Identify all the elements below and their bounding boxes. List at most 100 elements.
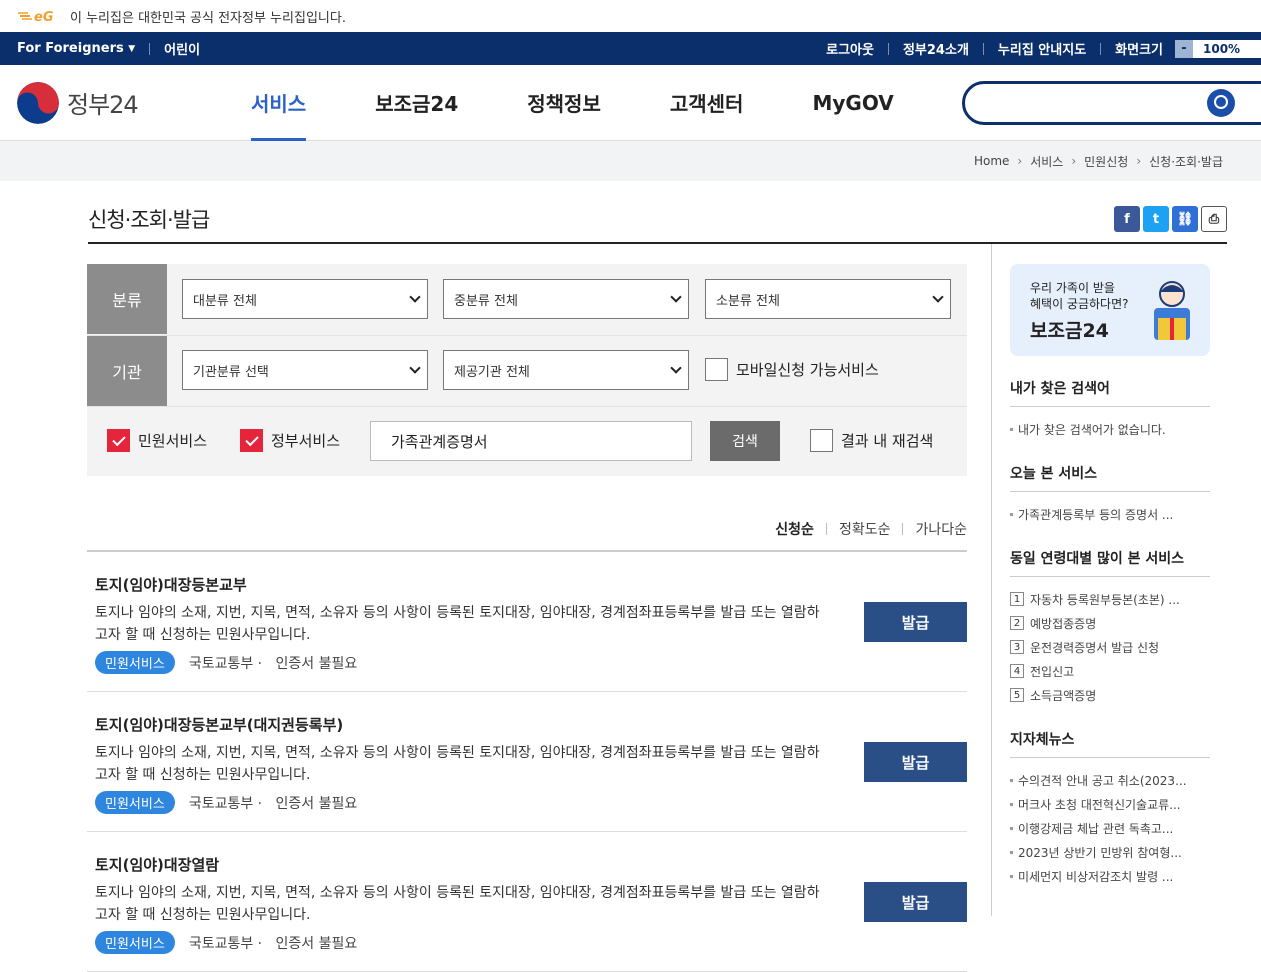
local-news-heading: 지자체뉴스 xyxy=(1010,729,1210,758)
sort-by-alphabet[interactable]: 가나다순 xyxy=(915,519,967,539)
share-tools: f t ⛓ ⎙ xyxy=(1114,206,1227,232)
nav-policy-info[interactable]: 정책정보 xyxy=(527,65,601,140)
minor-category-select[interactable]: 소분류 전체 xyxy=(705,279,951,319)
rank-number: 4 xyxy=(1010,664,1024,678)
list-item[interactable]: 2 예방접종증명 xyxy=(1010,611,1210,635)
category-label: 분류 xyxy=(87,264,167,334)
taegeuk-logo-icon xyxy=(17,81,59,124)
site-header: 정부24 서비스 보조금24 정책정보 고객센터 MyGOV xyxy=(0,65,1261,141)
chevron-down-icon xyxy=(409,362,421,374)
facebook-icon[interactable]: f xyxy=(1114,206,1140,232)
service-type-badge: 민원서비스 xyxy=(95,931,175,954)
list-item[interactable]: 1 자동차 등록원부등본(초본) ... xyxy=(1010,587,1210,611)
agency-type-value: 기관분류 선택 xyxy=(193,364,269,380)
list-item[interactable]: 5 소득금액증명 xyxy=(1010,683,1210,707)
keyword-input[interactable]: 가족관계증명서 xyxy=(370,421,692,461)
header-search-input[interactable] xyxy=(962,81,1261,125)
mobile-available-checkbox[interactable]: 모바일신청 가능서비스 xyxy=(705,358,879,381)
issue-button[interactable]: 발급 xyxy=(864,742,967,782)
zoom-out-button[interactable]: - xyxy=(1175,39,1193,58)
nav-customer-center[interactable]: 고객센터 xyxy=(670,65,744,140)
list-item[interactable]: 가족관계등록부 등의 증명서 ... xyxy=(1010,502,1210,526)
result-agency: 국토교통부 · xyxy=(188,655,263,672)
for-foreigners-menu[interactable]: For Foreigners ▼ xyxy=(17,41,135,56)
about-gov24-link[interactable]: 정부24소개 xyxy=(903,39,969,58)
print-icon[interactable]: ⎙ xyxy=(1201,206,1227,232)
list-item[interactable]: 수의견적 안내 공고 취소(2023... xyxy=(1010,768,1210,792)
result-description: 토지나 임야의 소재, 지번, 지목, 면적, 소유자 등의 사항이 등록된 토… xyxy=(95,885,820,923)
chevron-right-icon: › xyxy=(1136,154,1142,168)
gov-service-checkbox[interactable]: 정부서비스 xyxy=(240,429,340,452)
result-item: 토지(임야)대장등본교부 토지나 임야의 소재, 지번, 지목, 면적, 소유자… xyxy=(87,552,967,692)
my-search-empty: 내가 찾은 검색어가 없습니다. xyxy=(1010,417,1210,441)
issue-button[interactable]: 발급 xyxy=(864,602,967,642)
sort-options: 신청순 정확도순 가나다순 xyxy=(775,519,967,539)
result-description: 토지나 임야의 소재, 지번, 지목, 면적, 소유자 등의 사항이 등록된 토… xyxy=(95,605,820,643)
page-title-row: 신청·조회·발급 f t ⛓ ⎙ xyxy=(88,196,1227,244)
link-icon[interactable]: ⛓ xyxy=(1172,206,1198,232)
subsidy24-banner[interactable]: 우리 가족이 받을 혜택이 궁금하다면? 보조금24 xyxy=(1010,264,1210,356)
sitemap-link[interactable]: 누리집 안내지도 xyxy=(998,39,1086,58)
list-item[interactable]: 이행강제금 체납 관련 독촉고... xyxy=(1010,816,1210,840)
rank-number: 2 xyxy=(1010,616,1024,630)
sort-by-accuracy[interactable]: 정확도순 xyxy=(839,519,891,539)
gov24-logo[interactable]: 정부24 xyxy=(17,81,207,124)
list-item[interactable]: 3 운전경력증명서 발급 신청 xyxy=(1010,635,1210,659)
gov-service-label: 정부서비스 xyxy=(271,432,341,450)
list-item[interactable]: 4 전입신고 xyxy=(1010,659,1210,683)
nav-subsidy24[interactable]: 보조금24 xyxy=(375,65,458,140)
provider-value: 제공기관 전체 xyxy=(454,364,530,380)
chevron-down-icon xyxy=(409,291,421,303)
breadcrumb: Home › 서비스 › 민원신청 › 신청·조회·발급 xyxy=(0,141,1261,181)
result-title[interactable]: 토지(임야)대장등본교부(대지권등록부) xyxy=(95,714,343,735)
kids-link[interactable]: 어린이 xyxy=(164,39,200,58)
rank-number: 3 xyxy=(1010,640,1024,654)
breadcrumb-services[interactable]: 서비스 xyxy=(1030,153,1063,170)
official-notice-bar: eG 이 누리집은 대한민국 공식 전자정부 누리집입니다. xyxy=(0,0,1261,32)
result-item: 토지(임야)대장등본교부(대지권등록부) 토지나 임야의 소재, 지번, 지목,… xyxy=(87,692,967,832)
breadcrumb-home[interactable]: Home xyxy=(974,154,1009,168)
service-type-badge: 민원서비스 xyxy=(95,651,175,674)
civil-service-checkbox[interactable]: 민원서비스 xyxy=(107,429,207,452)
result-cert: 인증서 불필요 xyxy=(275,795,358,812)
result-list: 토지(임야)대장등본교부 토지나 임야의 소재, 지번, 지목, 면적, 소유자… xyxy=(87,550,967,972)
logo-text: 정부24 xyxy=(67,91,139,119)
gift-person-icon xyxy=(1148,278,1196,344)
nav-mygov[interactable]: MyGOV xyxy=(812,65,893,140)
middle-category-select[interactable]: 중분류 전체 xyxy=(443,279,689,319)
list-item[interactable]: 미세먼지 비상저감조치 발령 ... xyxy=(1010,864,1210,888)
agency-type-select[interactable]: 기관분류 선택 xyxy=(182,350,428,390)
research-in-results-checkbox[interactable]: 결과 내 재검색 xyxy=(810,429,933,452)
search-filter-panel: 분류 대분류 전체 중분류 전체 소분류 전체 기관 기관분류 선택 제공기관 … xyxy=(87,264,967,476)
rank-number: 1 xyxy=(1010,592,1024,606)
major-category-select[interactable]: 대분류 전체 xyxy=(182,279,428,319)
provider-select[interactable]: 제공기관 전체 xyxy=(443,350,689,390)
sort-by-application[interactable]: 신청순 xyxy=(775,519,814,539)
issue-button[interactable]: 발급 xyxy=(864,882,967,922)
nav-services[interactable]: 서비스 xyxy=(251,65,307,141)
research-in-results-label: 결과 내 재검색 xyxy=(841,432,934,450)
minor-category-value: 소분류 전체 xyxy=(716,293,780,309)
list-item[interactable]: 머크사 초청 대전혁신기술교류... xyxy=(1010,792,1210,816)
logout-link[interactable]: 로그아웃 xyxy=(826,39,874,58)
popular-item-label: 자동차 등록원부등본(초본) ... xyxy=(1030,592,1180,607)
list-item[interactable]: 2023년 상반기 민방위 참여형... xyxy=(1010,840,1210,864)
age-popular-heading: 동일 연령대별 많이 본 서비스 xyxy=(1010,548,1210,577)
banner-line1: 우리 가족이 받을 xyxy=(1030,281,1115,295)
search-button[interactable]: 검색 xyxy=(710,421,780,461)
my-search-heading: 내가 찾은 검색어 xyxy=(1010,378,1210,407)
major-category-value: 대분류 전체 xyxy=(193,293,257,309)
news-item-label: 머크사 초청 대전혁신기술교류... xyxy=(1018,797,1181,812)
today-viewed-heading: 오늘 본 서비스 xyxy=(1010,463,1210,492)
popular-item-label: 소득금액증명 xyxy=(1030,688,1097,703)
result-title[interactable]: 토지(임야)대장열람 xyxy=(95,854,219,875)
banner-title: 보조금24 xyxy=(1030,320,1109,342)
twitter-icon[interactable]: t xyxy=(1143,206,1169,232)
breadcrumb-current: 신청·조회·발급 xyxy=(1149,154,1223,169)
search-icon[interactable] xyxy=(1207,89,1235,117)
result-description: 토지나 임야의 소재, 지번, 지목, 면적, 소유자 등의 사항이 등록된 토… xyxy=(95,745,820,783)
agency-label: 기관 xyxy=(87,335,167,406)
breadcrumb-civil[interactable]: 민원신청 xyxy=(1084,153,1128,170)
result-title[interactable]: 토지(임야)대장등본교부 xyxy=(95,574,247,595)
result-agency: 국토교통부 · xyxy=(188,795,263,812)
